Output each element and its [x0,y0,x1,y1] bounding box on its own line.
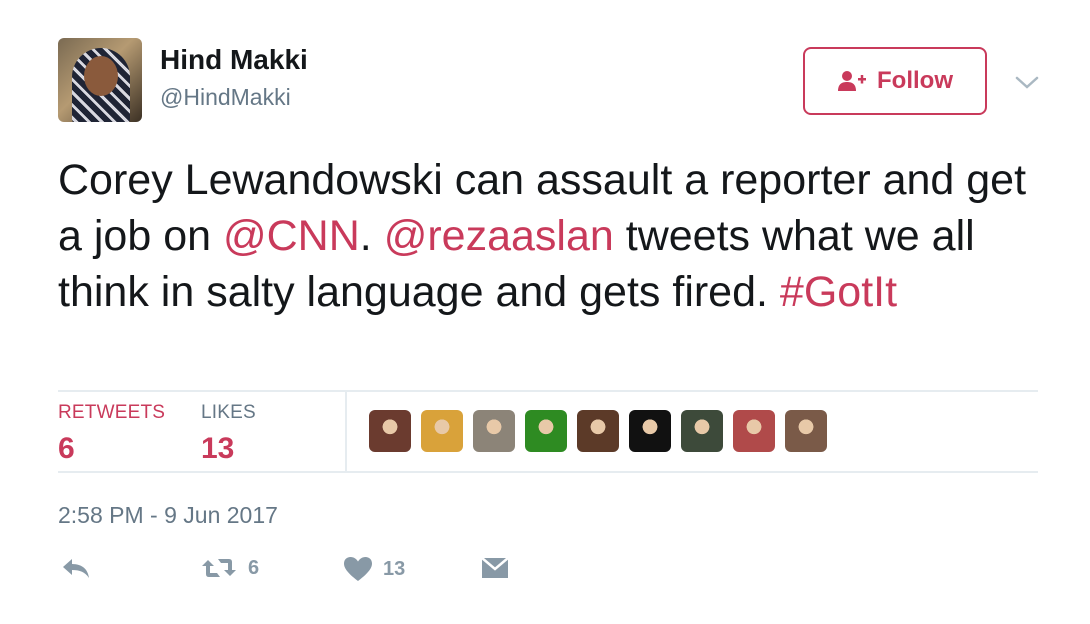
tweet-text-segment: . [359,212,384,260]
reply-button[interactable] [60,556,92,580]
retweet-icon [202,559,236,577]
likers-list [369,410,827,452]
direct-message-icon [481,557,509,578]
avatar-face [84,56,118,96]
heart-icon [344,557,372,581]
chevron-down-icon[interactable] [1014,72,1040,92]
liker-avatar-2[interactable] [421,410,463,452]
retweets-label: RETWEETS [58,402,166,423]
follow-button-label: Follow [877,67,953,94]
timestamp[interactable]: 2:58 PM - 9 Jun 2017 [58,502,278,529]
likes-label: LIKES [201,402,256,423]
retweet-button[interactable]: 6 [200,556,259,580]
like-action-count: 13 [383,557,406,580]
follow-button[interactable]: Follow [803,47,987,115]
liker-avatar-8[interactable] [733,410,775,452]
display-name[interactable]: Hind Makki [160,44,308,76]
like-button[interactable]: 13 [343,556,405,582]
likes-stat[interactable]: LIKES 13 [201,402,256,466]
liker-avatar-3[interactable] [473,410,515,452]
divider-top [58,390,1038,392]
retweet-action-count: 6 [248,556,260,579]
stats-divider [345,392,347,472]
retweets-stat[interactable]: RETWEETS 6 [58,402,165,466]
liker-avatar-4[interactable] [525,410,567,452]
retweets-count: 6 [58,432,75,465]
liker-avatar-9[interactable] [785,410,827,452]
divider-bottom [58,471,1038,473]
add-person-icon [838,71,866,91]
likes-count: 13 [201,432,235,465]
mention-link[interactable]: @rezaaslan [384,212,614,260]
liker-avatar-6[interactable] [629,410,671,452]
avatar[interactable] [58,38,142,122]
reply-icon [63,559,89,578]
mention-link[interactable]: @CNN [223,212,360,260]
direct-message-button[interactable] [480,556,510,580]
tweet-text: Corey Lewandowski can assault a reporter… [58,152,1058,320]
liker-avatar-7[interactable] [681,410,723,452]
liker-avatar-5[interactable] [577,410,619,452]
hashtag-link[interactable]: #GotIt [780,268,897,316]
liker-avatar-1[interactable] [369,410,411,452]
screen-name[interactable]: @HindMakki [160,84,291,111]
